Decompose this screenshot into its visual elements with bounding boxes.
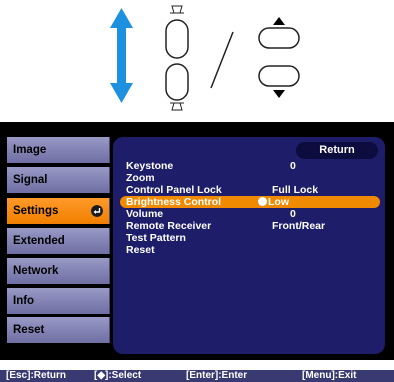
tab-settings[interactable]: Settings: [7, 198, 110, 224]
item-label: Remote Receiver: [126, 220, 212, 232]
footer-menu: [Menu]:Exit: [302, 370, 357, 381]
tab-signal[interactable]: Signal: [7, 167, 110, 193]
item-value: 0: [290, 208, 296, 220]
tab-image[interactable]: Image: [7, 137, 110, 163]
footer-esc: [Esc]:Return: [6, 370, 67, 381]
tab-reset[interactable]: Reset: [7, 317, 110, 343]
tab-label: Signal: [13, 174, 48, 186]
key-guide-footer: [Esc]:Return [◆]:Select [Enter]:Enter [M…: [0, 370, 394, 382]
item-label: Keystone: [126, 160, 174, 172]
keystone-buttons-icon: [165, 5, 189, 111]
item-label: Brightness Control: [126, 196, 222, 208]
return-button[interactable]: Return: [296, 142, 378, 159]
footer-enter: [Enter]:Enter: [186, 370, 248, 381]
item-value: Low: [268, 196, 289, 208]
item-value: Full Lock: [272, 184, 319, 196]
item-value-wrap: Low: [258, 196, 289, 208]
tab-info[interactable]: Info: [7, 288, 110, 314]
item-label: Reset: [126, 244, 155, 256]
tab-label: Image: [13, 144, 47, 156]
menu-item-keystone[interactable]: Keystone 0: [120, 160, 380, 172]
tab-label: Settings: [13, 205, 59, 217]
menu-item-volume[interactable]: Volume 0: [120, 208, 380, 220]
item-value: 0: [290, 160, 296, 172]
up-down-buttons-icon: [258, 17, 300, 98]
tab-extended[interactable]: Extended: [7, 228, 110, 254]
item-label: Volume: [126, 208, 164, 220]
tab-network[interactable]: Network: [7, 258, 110, 284]
footer-select: [◆]:Select: [94, 370, 142, 381]
selected-dot-icon: [258, 197, 267, 206]
tab-label: Network: [13, 265, 59, 277]
item-label: Test Pattern: [126, 232, 186, 244]
menu-item-test-pattern[interactable]: Test Pattern: [120, 232, 380, 244]
tab-label: Info: [13, 295, 35, 307]
tab-label: Extended: [13, 235, 65, 247]
item-label: Zoom: [126, 172, 155, 184]
menu-item-brightness-control[interactable]: Brightness Control Low: [120, 196, 380, 208]
tab-label: Reset: [13, 324, 45, 336]
menu-item-remote-receiver[interactable]: Remote Receiver Front/Rear: [120, 220, 380, 232]
up-down-arrow-icon: [110, 8, 133, 103]
top-menu: Image Signal Settings Extended Network I…: [7, 137, 110, 354]
menu-item-zoom[interactable]: Zoom: [120, 172, 380, 184]
button-illustration: [110, 5, 300, 111]
slash-divider-icon: [210, 31, 234, 89]
item-value: Front/Rear: [272, 220, 326, 232]
menu-item-reset[interactable]: Reset: [120, 244, 380, 256]
menu-item-control-panel-lock[interactable]: Control Panel Lock Full Lock: [120, 184, 380, 196]
enter-icon: [91, 205, 103, 217]
item-label: Control Panel Lock: [126, 184, 222, 196]
